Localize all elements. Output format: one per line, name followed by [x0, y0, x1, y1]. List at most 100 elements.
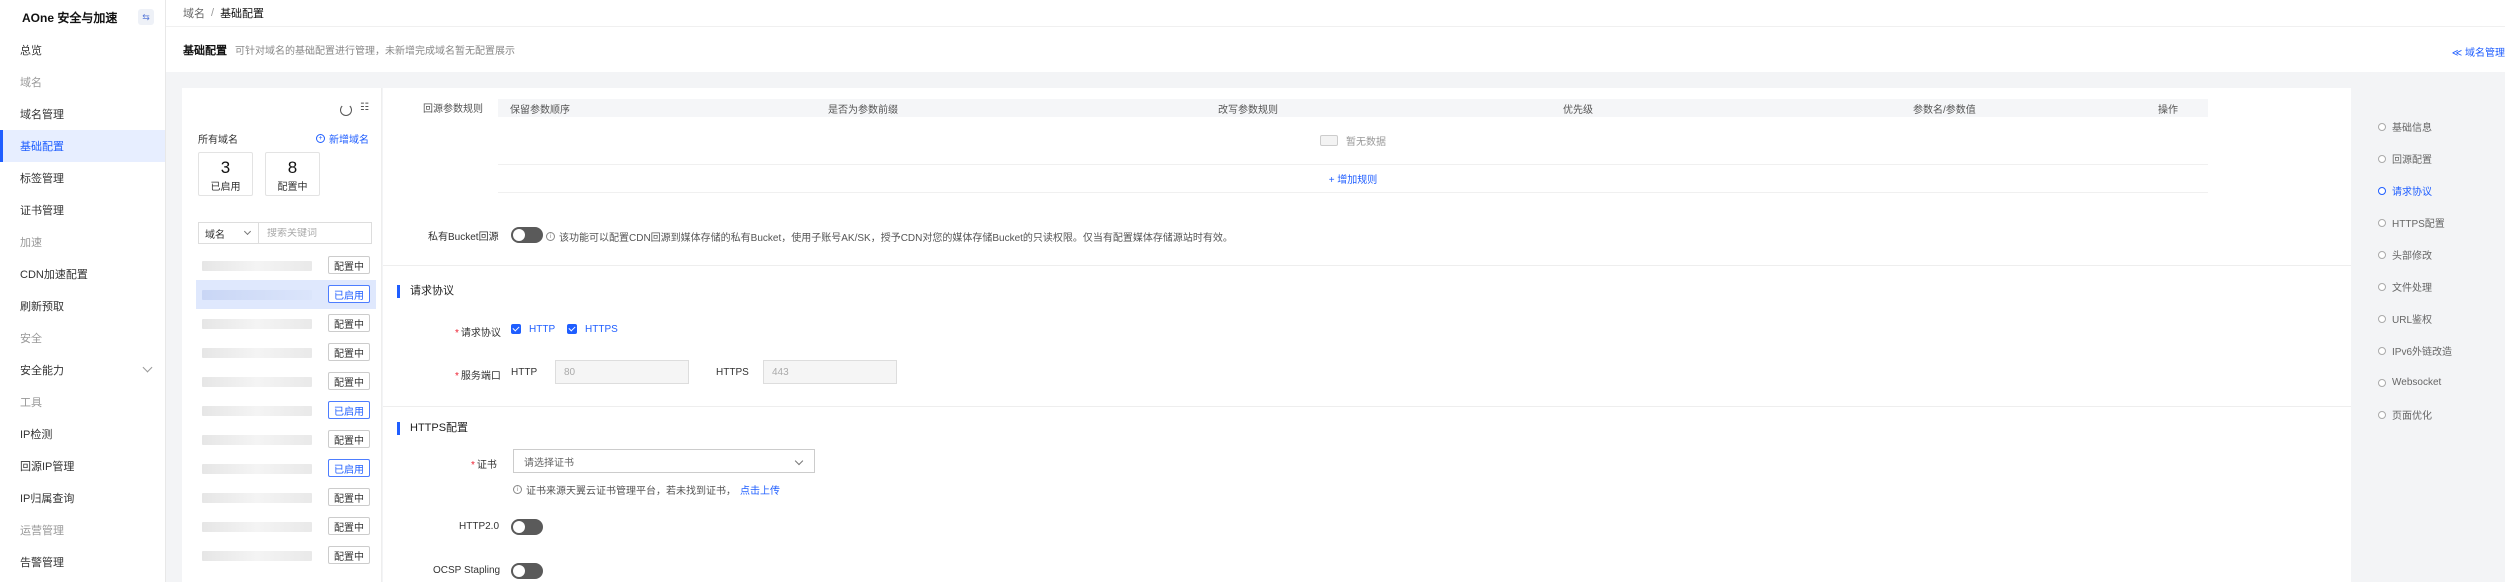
sidebar-item-label: 安全能力: [20, 365, 64, 377]
domain-name-redacted: [202, 405, 312, 416]
domain-row[interactable]: 配置中: [196, 541, 376, 570]
https-port-input[interactable]: 443: [763, 360, 897, 384]
list-icon[interactable]: ☷: [360, 102, 369, 113]
http-port-label: HTTP: [511, 367, 538, 378]
sidebar-item-label: 标签管理: [20, 173, 64, 185]
sidebar-item-label: 安全: [20, 333, 42, 345]
sidebar-item[interactable]: 基础配置: [0, 130, 165, 162]
collapse-toggle-icon[interactable]: ⇆: [138, 9, 154, 25]
domain-name-redacted: [202, 463, 312, 474]
stat-configuring[interactable]: 8 配置中: [265, 152, 320, 196]
empty-state: 暂无数据: [498, 117, 2208, 165]
status-badge: 配置中: [328, 372, 370, 390]
sidebar: AOne 安全与加速 ⇆ 总览 域名 域名管理 基础配置 标签管理 证书管理 加速 CDN加速…: [0, 0, 166, 582]
search-input[interactable]: [259, 227, 369, 239]
sidebar-item[interactable]: 标签管理: [0, 162, 165, 194]
sidebar-item[interactable]: 总览: [0, 34, 165, 66]
domain-row[interactable]: 配置中: [196, 338, 376, 367]
anchor-item[interactable]: 回源配置: [2370, 142, 2505, 174]
private-bucket-desc: i 该功能可以配置CDN回源到媒体存储的私有Bucket，使用子账号AK/SK，…: [546, 229, 1233, 244]
stat-configuring-label: 配置中: [277, 182, 308, 193]
status-badge: 配置中: [328, 430, 370, 448]
config-main: 回源参数规则 保留参数顺序 是否为参数前缀 改写参数规则 优先级 参数名/参数值…: [383, 88, 2351, 582]
http-port-input[interactable]: 80: [555, 360, 689, 384]
domain-row[interactable]: 配置中: [196, 483, 376, 512]
domain-list: 配置中 已启用 配置中 配置中 配置中 已启用 配置中 已启用 配置中 配置中 配置中: [196, 251, 376, 570]
sidebar-item-label: 基础配置: [20, 141, 64, 153]
anchor-item[interactable]: HTTPS配置: [2370, 206, 2505, 238]
domain-row[interactable]: 已启用: [196, 280, 376, 309]
cert-desc: i 证书来源天翼云证书管理平台，若未找到证书， 点击上传: [513, 482, 780, 497]
anchor-item[interactable]: Websocket: [2370, 366, 2505, 398]
domain-name-redacted: [202, 550, 312, 561]
private-bucket-toggle[interactable]: [511, 227, 543, 243]
sidebar-item-label: 加速: [20, 237, 42, 249]
ocsp-toggle[interactable]: [511, 563, 543, 579]
cert-desc-text: 证书来源天翼云证书管理平台，若未找到证书，: [526, 486, 736, 497]
http-checkbox-label[interactable]: HTTP: [529, 324, 555, 335]
sidebar-item[interactable]: 告警管理: [0, 546, 165, 578]
stat-enabled-label: 已启用: [210, 182, 241, 193]
http2-toggle[interactable]: [511, 519, 543, 535]
https-checkbox[interactable]: [567, 324, 577, 334]
sidebar-item[interactable]: 回源IP管理: [0, 450, 165, 482]
sidebar-item[interactable]: CDN加速配置: [0, 258, 165, 290]
col-prefix: 是否为参数前缀: [828, 105, 898, 116]
add-domain-label: 新增域名: [329, 135, 369, 146]
domain-row[interactable]: 配置中: [196, 425, 376, 454]
domain-row[interactable]: 配置中: [196, 367, 376, 396]
status-badge: 配置中: [328, 256, 370, 274]
sidebar-item-label: 证书管理: [20, 205, 64, 217]
domain-row[interactable]: 已启用: [196, 454, 376, 483]
domain-name-redacted: [202, 492, 312, 503]
sidebar-item[interactable]: 刷新预取: [0, 290, 165, 322]
domain-row[interactable]: 已启用: [196, 396, 376, 425]
domain-row[interactable]: 配置中: [196, 309, 376, 338]
sidebar-item[interactable]: 证书管理: [0, 194, 165, 226]
status-badge: 已启用: [328, 459, 370, 477]
cert-select[interactable]: 请选择证书: [513, 449, 815, 473]
plus-circle-icon: +: [316, 134, 325, 143]
add-domain-button[interactable]: + 新增域名: [316, 131, 369, 146]
http-checkbox[interactable]: [511, 324, 521, 334]
anchor-item[interactable]: 请求协议: [2370, 174, 2505, 206]
stat-enabled[interactable]: 3 已启用: [198, 152, 253, 196]
status-badge: 配置中: [328, 314, 370, 332]
breadcrumb-root[interactable]: 域名: [183, 5, 205, 21]
sidebar-item-label: 总览: [20, 45, 42, 57]
search-type-select[interactable]: 域名: [199, 223, 259, 243]
https-checkbox-label[interactable]: HTTPS: [585, 324, 618, 335]
required-mark: *: [455, 328, 459, 339]
sidebar-item[interactable]: IP检测: [0, 418, 165, 450]
anchor-item[interactable]: IPv6外链改造: [2370, 334, 2505, 366]
anchor-item[interactable]: 文件处理: [2370, 270, 2505, 302]
https-port-label: HTTPS: [716, 367, 749, 378]
empty-box-icon: [1320, 135, 1338, 146]
anchor-item[interactable]: 页面优化: [2370, 398, 2505, 430]
domain-row[interactable]: 配置中: [196, 512, 376, 541]
refresh-icon[interactable]: [340, 104, 352, 116]
status-badge: 配置中: [328, 343, 370, 361]
anchor-item[interactable]: 头部修改: [2370, 238, 2505, 270]
empty-text: 暂无数据: [1346, 137, 1386, 148]
stat-configuring-count: 8: [287, 158, 298, 177]
required-mark: *: [455, 371, 459, 382]
domain-row[interactable]: 配置中: [196, 251, 376, 280]
page-title: 基础配置: [183, 44, 227, 57]
add-rule-button[interactable]: + 增加规则: [498, 165, 2208, 193]
origin-params-label: 回源参数规则: [423, 104, 483, 115]
sidebar-group-label: 安全: [0, 322, 165, 354]
domain-search: 域名: [198, 222, 372, 244]
domain-management-link[interactable]: ≪ 域名管理: [2452, 44, 2505, 59]
upload-cert-link[interactable]: 点击上传: [740, 482, 780, 497]
sidebar-item[interactable]: IP归属查询: [0, 482, 165, 514]
breadcrumb: 域名 / 基础配置: [166, 0, 2505, 26]
anchor-item[interactable]: URL鉴权: [2370, 302, 2505, 334]
sidebar-item-label: CDN加速配置: [20, 269, 88, 281]
sidebar-item[interactable]: 域名管理: [0, 98, 165, 130]
private-bucket-label: 私有Bucket回源: [428, 232, 499, 243]
origin-params-table-header: 保留参数顺序 是否为参数前缀 改写参数规则 优先级 参数名/参数值 操作: [498, 99, 2208, 117]
request-protocol-label-text: 请求协议: [460, 328, 501, 339]
anchor-item[interactable]: 基础信息: [2370, 110, 2505, 142]
sidebar-item[interactable]: 安全能力: [0, 354, 165, 386]
